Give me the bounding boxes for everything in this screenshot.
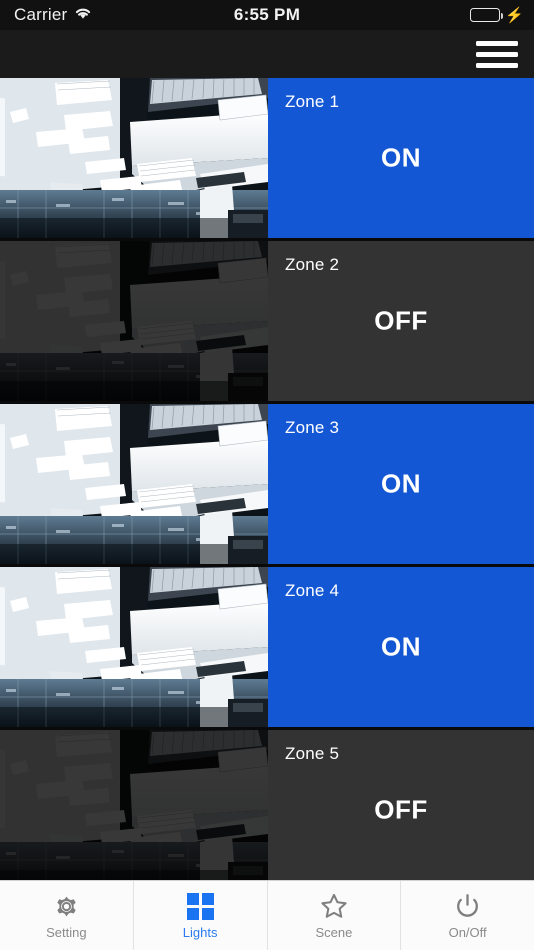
tab-label: Lights [182, 925, 218, 940]
power-icon [453, 891, 483, 921]
zone-name-label: Zone 1 [285, 92, 340, 111]
tab-label: On/Off [448, 925, 487, 940]
zone-row[interactable]: Zone 4 ON [0, 567, 534, 727]
tab-label: Scene [315, 925, 353, 940]
navigation-bar [0, 30, 534, 78]
zone-state-label: OFF [374, 305, 428, 336]
tab-scene[interactable]: Scene [268, 881, 402, 950]
status-bar: Carrier 6:55 PM ⚡ [0, 0, 534, 30]
tab-bar: Setting Lights Scene On/Off [0, 880, 534, 950]
zone-thumbnail[interactable] [0, 730, 268, 880]
zone-state-label: ON [381, 468, 421, 499]
battery-icon [470, 8, 504, 22]
tab-setting[interactable]: Setting [0, 881, 134, 950]
zone-state-label: OFF [374, 794, 428, 825]
zone-name-label: Zone 5 [285, 744, 340, 763]
zone-thumbnail[interactable] [0, 404, 268, 564]
zone-list[interactable]: Zone 1 ON Zone 2 OFF Zone 3 ON Zone 4 ON… [0, 78, 534, 880]
zone-row[interactable]: Zone 1 ON [0, 78, 534, 238]
clock-label: 6:55 PM [233, 5, 301, 24]
zone-name-label: Zone 4 [285, 581, 340, 600]
zone-name-label: Zone 3 [285, 418, 340, 437]
wifi-icon [74, 6, 92, 25]
hamburger-menu-icon[interactable] [476, 38, 518, 70]
zone-state-label: ON [381, 142, 421, 173]
gear-icon [51, 891, 81, 921]
zone-state-label: ON [381, 631, 421, 662]
zone-toggle[interactable]: Zone 3 ON [268, 404, 534, 564]
zone-thumbnail[interactable] [0, 241, 268, 401]
tab-label: Setting [46, 925, 87, 940]
grid-icon [185, 891, 215, 921]
star-icon [319, 891, 349, 921]
status-bar-left: Carrier [0, 5, 180, 25]
zone-toggle[interactable]: Zone 5 OFF [268, 730, 534, 880]
zone-row[interactable]: Zone 3 ON [0, 404, 534, 564]
zone-thumbnail[interactable] [0, 567, 268, 727]
zone-toggle[interactable]: Zone 2 OFF [268, 241, 534, 401]
zone-row[interactable]: Zone 2 OFF [0, 241, 534, 401]
carrier-label: Carrier [14, 5, 68, 24]
tab-lights[interactable]: Lights [134, 881, 268, 950]
zone-row[interactable]: Zone 5 OFF [0, 730, 534, 880]
zone-thumbnail[interactable] [0, 78, 268, 238]
tab-onoff[interactable]: On/Off [401, 881, 534, 950]
status-bar-right: ⚡ [354, 8, 534, 23]
lightning-bolt-icon: ⚡ [505, 6, 524, 24]
zone-toggle[interactable]: Zone 1 ON [268, 78, 534, 238]
app-screen: Carrier 6:55 PM ⚡ Zone 1 ON Zone 2 OFF Z… [0, 0, 534, 950]
zone-name-label: Zone 2 [285, 255, 340, 274]
zone-toggle[interactable]: Zone 4 ON [268, 567, 534, 727]
